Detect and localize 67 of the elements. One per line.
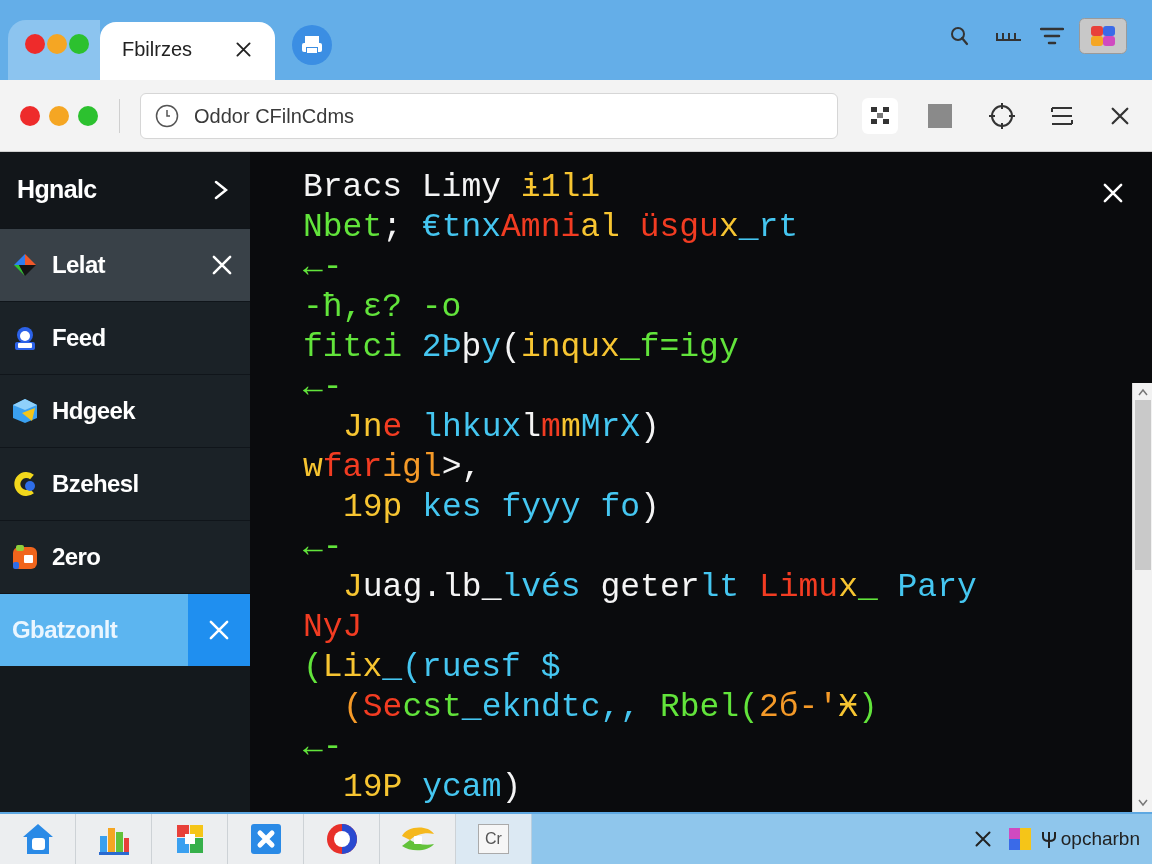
arrow-down-icon[interactable] (1137, 799, 1148, 807)
taskbar-button[interactable] (76, 814, 152, 864)
app-tile-icon[interactable] (1079, 18, 1127, 54)
trident-icon[interactable] (1040, 829, 1057, 849)
window-dot-icon[interactable] (69, 34, 89, 54)
close-icon (209, 620, 229, 640)
close-icon (236, 41, 251, 57)
close-icon (1103, 183, 1123, 203)
window-dot-icon[interactable] (47, 34, 67, 54)
code-line: ←- (303, 728, 343, 768)
close-item-button[interactable] (211, 254, 233, 276)
color-squares-icon[interactable] (1008, 828, 1031, 850)
code-line: NyJ (303, 608, 363, 648)
sidebar-item[interactable]: Bzehesl (0, 447, 250, 520)
browser-tab[interactable]: Fbilrzes (100, 22, 275, 80)
cube-icon (12, 398, 38, 424)
window-dot-icon[interactable] (49, 105, 69, 126)
code-line: (Lix_(ruesf $ (303, 648, 561, 688)
code-line: -ħ,ε? -o (303, 288, 462, 328)
cross-tile-icon (248, 822, 283, 856)
window-dot-icon[interactable] (20, 105, 40, 126)
code-line: Jne lhkuxlmmMrX) (342, 408, 660, 448)
sidebar-item[interactable]: Hdgeek (0, 374, 250, 447)
square-icon[interactable] (928, 103, 952, 128)
code-line: 19p kes fyyy fo) (342, 488, 660, 528)
window-dot-icon[interactable] (78, 105, 98, 126)
code-line: Nbet; €tnxAmnial üsgux_rt (303, 208, 799, 248)
clock-icon (155, 103, 179, 128)
grid-icon[interactable] (862, 97, 898, 134)
box-icon (12, 544, 38, 570)
taskbar-button[interactable] (152, 814, 228, 864)
ring-icon (324, 822, 359, 856)
chevron-right-icon[interactable] (214, 180, 228, 200)
printer-icon[interactable] (292, 25, 332, 65)
address-field[interactable]: Oddor CFilnCdms (140, 92, 838, 139)
code-line: Juag.lb_lvés geterlt Limux_ Pary (342, 568, 977, 608)
window-dot-icon[interactable] (25, 34, 45, 54)
sidebar-item[interactable]: Lelat (0, 228, 250, 301)
code-line: ←- (303, 248, 343, 288)
taskbar-button[interactable] (228, 814, 304, 864)
scrollbar-thumb[interactable] (1134, 400, 1151, 570)
tray-text: opcharbn (1060, 826, 1140, 851)
close-icon (1111, 106, 1129, 125)
code-line: ←- (303, 368, 343, 408)
diamond-icon (12, 252, 38, 278)
crescent-icon (12, 471, 38, 497)
filter-icon[interactable] (1040, 26, 1064, 46)
sidebar-item[interactable]: Feed (0, 301, 250, 374)
code-line: 19P ycam) (342, 768, 522, 808)
code-line: wfarigl>, (303, 448, 482, 488)
taskbar-button[interactable] (0, 814, 76, 864)
code-line: Bracs Limy ɨ1l1 (303, 168, 601, 208)
tile-label: Cr (478, 824, 509, 854)
code-line: fitci 2Þþy(inqux_f=igy (303, 328, 739, 368)
code-line: (Secst_ekndtc,, Rbel(2б-'Ӿ) (342, 688, 878, 728)
code-line: ←- (303, 528, 343, 568)
taskbar-button[interactable]: Cr (456, 814, 532, 864)
taskbar-button[interactable] (304, 814, 380, 864)
person-icon (12, 325, 38, 351)
target-icon[interactable] (988, 101, 1016, 130)
sidebar-title: Hgnalc (17, 174, 97, 206)
close-button[interactable] (1110, 105, 1130, 126)
arrow-up-icon[interactable] (1137, 388, 1148, 396)
close-icon (974, 831, 991, 847)
close-icon (212, 255, 232, 275)
sidebar-item[interactable]: 2ero (0, 520, 250, 593)
scrollbar[interactable] (1132, 383, 1152, 812)
